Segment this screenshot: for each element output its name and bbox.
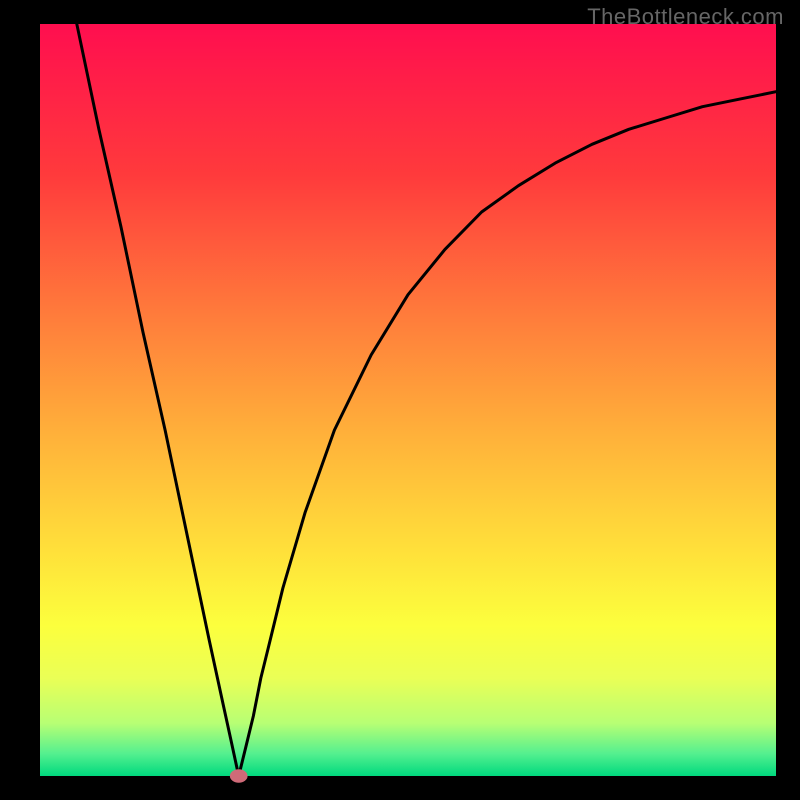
chart-frame: TheBottleneck.com — [0, 0, 800, 800]
minimum-marker — [230, 769, 248, 783]
watermark-text: TheBottleneck.com — [587, 4, 784, 30]
bottleneck-chart — [0, 0, 800, 800]
gradient-area — [40, 24, 776, 776]
